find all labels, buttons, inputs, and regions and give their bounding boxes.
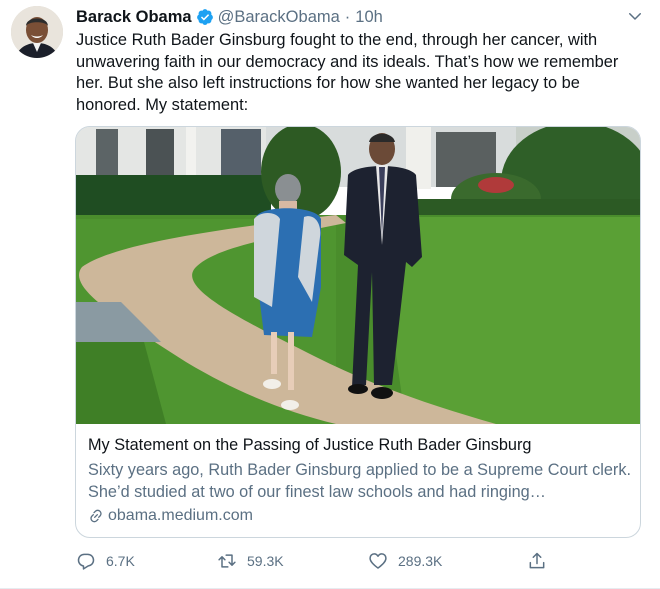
author-handle[interactable]: @BarackObama <box>218 8 340 27</box>
card-image[interactable] <box>76 127 640 424</box>
share-button[interactable] <box>527 549 557 573</box>
reply-button[interactable]: 6.7K <box>76 549 135 573</box>
avatar-image <box>11 6 63 58</box>
card-title[interactable]: My Statement on the Passing of Justice R… <box>88 436 628 455</box>
header-separator: · <box>344 7 351 26</box>
retweet-count: 59.3K <box>247 553 284 569</box>
reply-count: 6.7K <box>106 553 135 569</box>
action-bar: 6.7K 59.3K 289.3K <box>76 549 566 573</box>
author-name[interactable]: Barack Obama <box>76 8 192 27</box>
chevron-down-icon[interactable] <box>626 7 644 25</box>
like-button[interactable]: 289.3K <box>368 549 442 573</box>
tweet-header: Barack Obama @BarackObama · 10h <box>76 6 383 28</box>
tweet-timestamp[interactable]: 10h <box>355 8 383 27</box>
tweet[interactable]: Barack Obama @BarackObama · 10h Justice … <box>0 0 660 589</box>
verified-badge-icon <box>196 9 213 25</box>
avatar[interactable] <box>11 6 63 58</box>
link-icon <box>90 509 102 523</box>
link-card[interactable]: My Statement on the Passing of Justice R… <box>75 126 641 538</box>
tweet-text: Justice Ruth Bader Ginsburg fought to th… <box>76 31 619 114</box>
share-icon <box>529 552 545 569</box>
card-domain-text: obama.medium.com <box>108 507 253 524</box>
card-domain: obama.medium.com <box>88 506 253 526</box>
like-count: 289.3K <box>398 553 443 569</box>
card-description: Sixty years ago, Ruth Bader Ginsburg app… <box>88 461 631 501</box>
reply-icon <box>77 553 95 570</box>
retweet-button[interactable]: 59.3K <box>217 549 284 573</box>
heart-icon <box>369 553 387 569</box>
retweet-icon <box>218 554 236 568</box>
